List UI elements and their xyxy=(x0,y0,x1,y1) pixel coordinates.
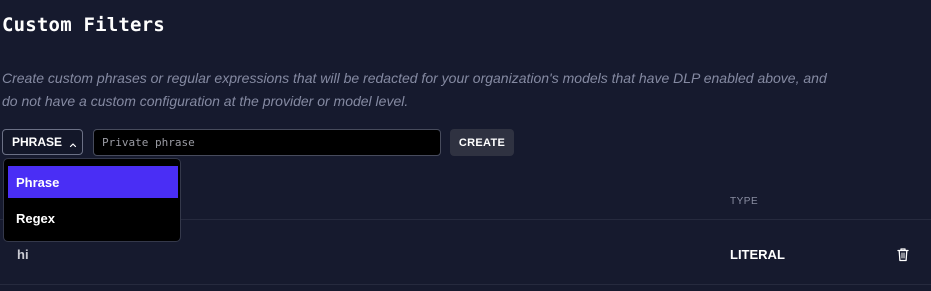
dropdown-option-phrase[interactable]: Phrase xyxy=(8,166,178,198)
chevron-up-icon xyxy=(69,138,77,148)
phrase-input[interactable] xyxy=(93,129,441,156)
column-header-type: TYPE xyxy=(730,196,759,207)
filter-type-select[interactable]: PHRASE xyxy=(2,129,83,155)
dropdown-option-label: Regex xyxy=(16,210,56,226)
filter-type-select-label: PHRASE xyxy=(12,135,63,149)
page-description: Create custom phrases or regular express… xyxy=(2,67,931,113)
trash-icon[interactable] xyxy=(896,247,910,263)
description-line-2: do not have a custom configuration at th… xyxy=(2,93,409,109)
dropdown-option-regex[interactable]: Regex xyxy=(8,202,178,234)
filter-value-cell: hi xyxy=(17,247,29,262)
page-title: Custom Filters xyxy=(2,14,165,36)
description-line-1: Create custom phrases or regular express… xyxy=(2,70,827,86)
dropdown-option-label: Phrase xyxy=(16,174,60,190)
filter-type-dropdown: Phrase Regex xyxy=(3,158,181,242)
create-button[interactable]: CREATE xyxy=(450,129,514,156)
filter-type-cell: LITERAL xyxy=(730,247,785,262)
custom-filters-page: Custom Filters Create custom phrases or … xyxy=(0,0,931,291)
